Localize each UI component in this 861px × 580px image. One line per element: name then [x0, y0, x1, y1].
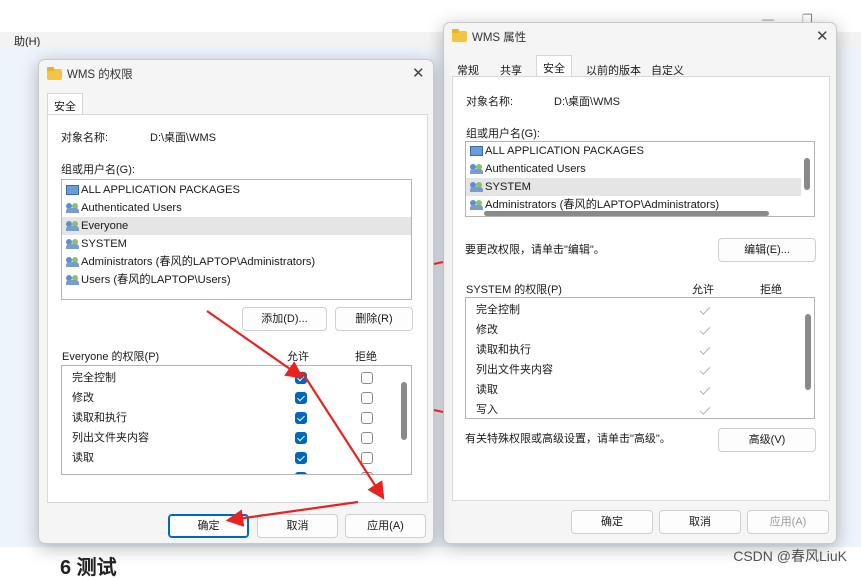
arrow-fragment [433, 409, 444, 413]
arrow-to-apply-button [301, 371, 385, 500]
annotation-overlay [206, 261, 444, 527]
arrow-to-ok-button [225, 500, 359, 527]
arrow-fragment [433, 261, 444, 265]
arrow-to-allow-checkbox [206, 310, 304, 379]
